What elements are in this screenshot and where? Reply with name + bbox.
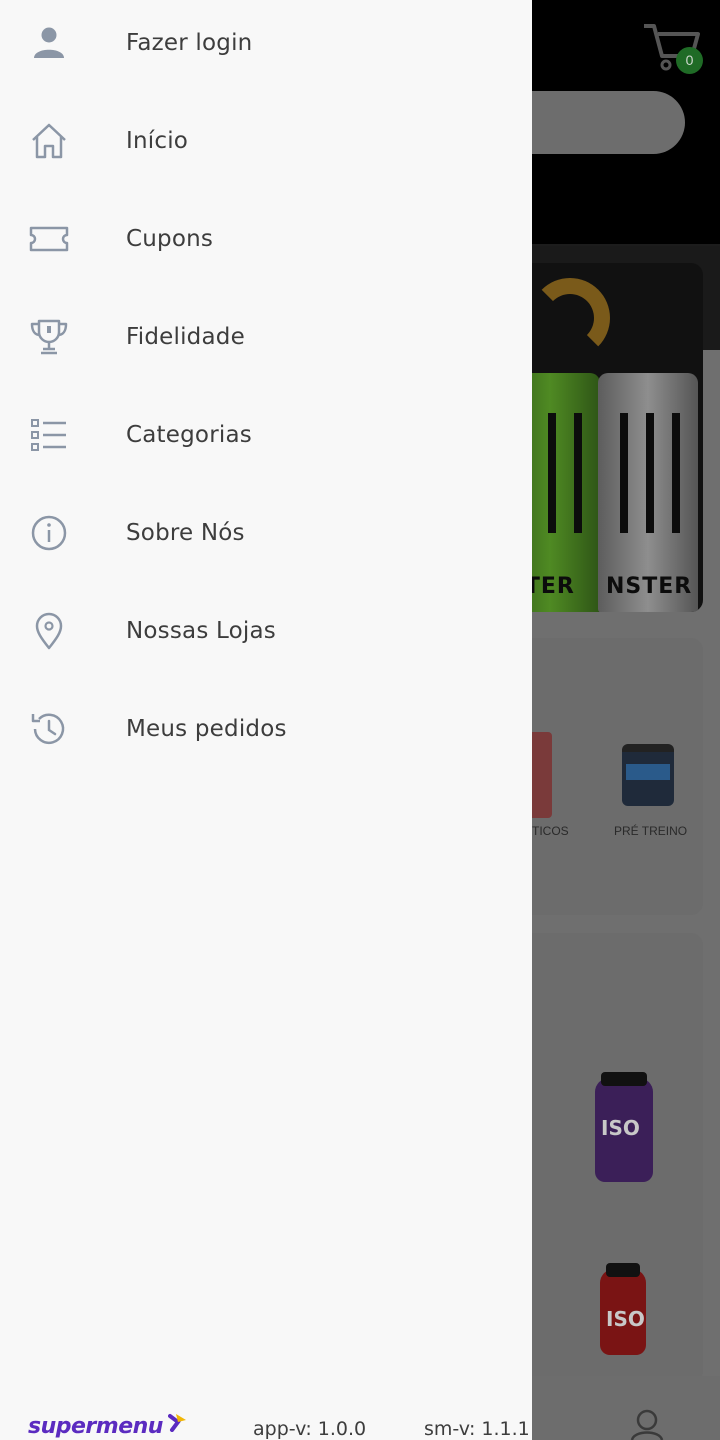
- menu-item-label: Fidelidade: [126, 324, 245, 350]
- person-icon: [28, 22, 70, 64]
- logo-text: supermenu: [28, 1414, 163, 1439]
- menu-item-label: Sobre Nós: [126, 520, 245, 546]
- menu-item-label: Início: [126, 128, 189, 154]
- category-label: TICOS: [532, 824, 569, 838]
- menu-item-coupons[interactable]: Cupons: [0, 190, 532, 288]
- categories-card: TICOS PRÉ TREINO: [510, 638, 703, 915]
- app-version: app-v: 1.0.0: [253, 1418, 367, 1440]
- menu-item-categories[interactable]: Categorias: [0, 386, 532, 484]
- menu-item-label: Nossas Lojas: [126, 618, 276, 644]
- home-icon: [28, 120, 70, 162]
- menu-item-home[interactable]: Início: [0, 92, 532, 190]
- location-pin-icon: [28, 610, 70, 652]
- ticket-icon: [28, 218, 70, 260]
- menu-item-login[interactable]: Fazer login: [0, 0, 532, 92]
- energy-can-silver: NSTER: [598, 373, 698, 612]
- sm-version: sm-v: 1.1.1: [424, 1418, 530, 1440]
- logo-mark-icon: [168, 1414, 186, 1432]
- menu-item-label: Categorias: [126, 422, 252, 448]
- category-thumb[interactable]: [622, 744, 674, 806]
- list-icon: [28, 414, 70, 456]
- menu-item-label: Fazer login: [126, 30, 253, 56]
- profile-icon[interactable]: [628, 1408, 666, 1440]
- info-icon: [28, 512, 70, 554]
- drawer-footer: supermenu app-v: 1.0.0 sm-v: 1.1.1: [0, 1400, 532, 1440]
- category-label: PRÉ TREINO: [614, 824, 688, 838]
- navigation-drawer: Fazer login Início Cupons Fidelidade Cat: [0, 0, 532, 1440]
- menu-item-stores[interactable]: Nossas Lojas: [0, 582, 532, 680]
- trophy-icon: [28, 316, 70, 358]
- menu-item-label: Meus pedidos: [126, 716, 287, 742]
- menu-item-loyalty[interactable]: Fidelidade: [0, 288, 532, 386]
- banner-swirl: [530, 278, 610, 358]
- product-image[interactable]: ISO: [600, 1263, 646, 1355]
- promo-banner[interactable]: STER NSTER: [510, 263, 703, 612]
- history-icon: [28, 708, 70, 750]
- cart-count-badge: 0: [676, 47, 703, 74]
- supermenu-logo: supermenu: [28, 1408, 188, 1440]
- menu-item-label: Cupons: [126, 226, 214, 252]
- menu-item-about[interactable]: Sobre Nós: [0, 484, 532, 582]
- product-label: ISO: [606, 1307, 645, 1331]
- menu-item-orders[interactable]: Meus pedidos: [0, 680, 532, 778]
- product-label: ISO: [601, 1116, 640, 1140]
- product-image[interactable]: ISO: [595, 1072, 653, 1182]
- can-brand-text: NSTER: [606, 574, 693, 599]
- products-card: ISO ISO: [510, 933, 703, 1383]
